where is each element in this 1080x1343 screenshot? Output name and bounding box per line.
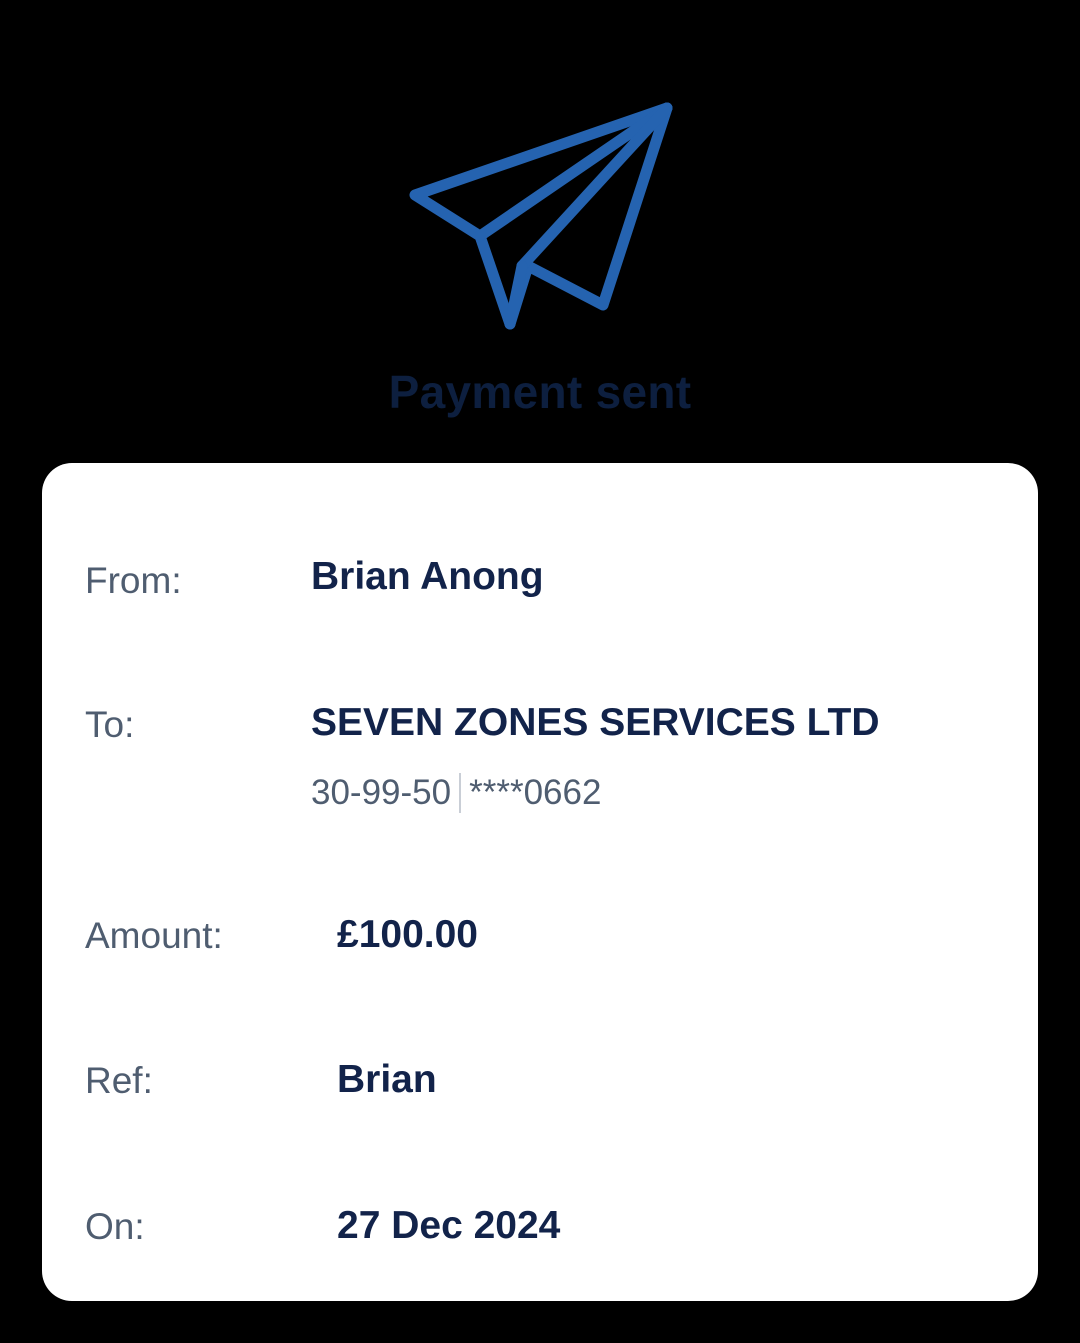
to-label: To:	[85, 704, 135, 745]
ref-value: Brian	[337, 1058, 437, 1101]
from-label: From:	[85, 560, 182, 601]
date-value: 27 Dec 2024	[337, 1204, 561, 1247]
amount-label: Amount:	[85, 915, 223, 956]
to-value: SEVEN ZONES SERVICES LTD	[311, 701, 880, 744]
sort-code: 30-99-50	[311, 773, 452, 812]
account-number: ****0662	[469, 773, 602, 812]
ref-label: Ref:	[85, 1060, 153, 1101]
payment-details-card: From: Brian Anong To: SEVEN ZONES SERVIC…	[42, 463, 1038, 1301]
amount-value: £100.00	[337, 913, 478, 956]
from-value: Brian Anong	[311, 555, 544, 598]
paper-plane-icon	[400, 98, 680, 338]
date-label: On:	[85, 1206, 145, 1247]
account-details: 30-99-50 ****0662	[311, 770, 601, 816]
payment-status-title: Payment sent	[388, 366, 692, 418]
divider	[459, 773, 462, 813]
